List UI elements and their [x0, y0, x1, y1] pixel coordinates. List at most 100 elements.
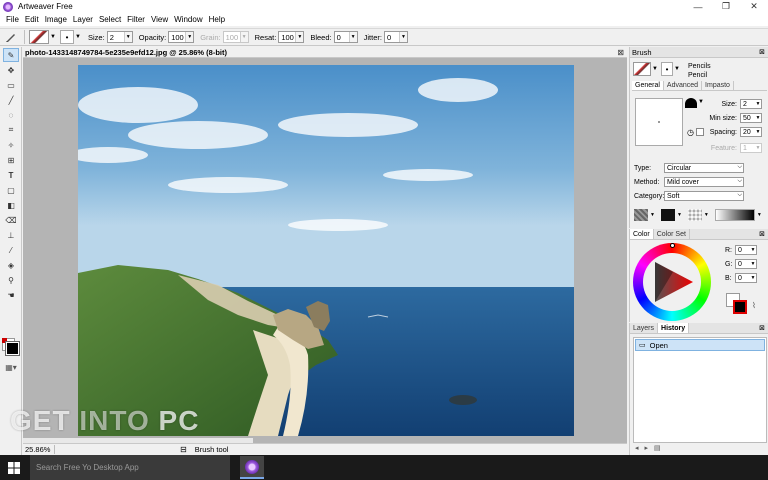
brush-shape-dropdown-icon[interactable]: ▼ [698, 99, 704, 105]
texture-dropdown-icon[interactable]: ▼ [650, 212, 655, 218]
gradient-thumb[interactable] [714, 209, 755, 221]
category-select[interactable]: Soft ⌵ [664, 191, 744, 201]
move-tool-icon[interactable]: ✥ [3, 63, 19, 77]
min-size-dropdown-icon[interactable]: ▼ [755, 114, 761, 122]
r-input[interactable]: 0 ▼ [735, 245, 757, 255]
texture-thumb[interactable] [634, 209, 648, 221]
color-panel-close-icon[interactable]: ⊠ [759, 230, 765, 238]
delete-history-icon[interactable]: ▤ [654, 444, 661, 452]
category-dropdown-icon[interactable]: ⌵ [737, 192, 742, 199]
opacity-dropdown-icon[interactable]: ▼ [185, 32, 194, 42]
opacity-input[interactable]: 100 ▼ [168, 31, 195, 43]
lasso-tool-icon[interactable]: ◌ [3, 108, 19, 122]
crop-tool-icon[interactable]: ⌗ [3, 123, 19, 137]
brush-panel-close-icon[interactable]: ⊠ [759, 48, 765, 56]
size-input[interactable]: 2 ▼ [106, 31, 133, 43]
bleed-input[interactable]: 0 ▼ [333, 31, 358, 43]
menu-window[interactable]: Window [171, 15, 205, 24]
brush-size-dropdown-icon[interactable]: ▼ [755, 100, 761, 108]
type-dropdown-icon[interactable]: ⌵ [737, 164, 742, 171]
bleed-dropdown-icon[interactable]: ▼ [348, 32, 357, 42]
method-dropdown-icon[interactable]: ⌵ [737, 178, 742, 185]
brush-shape-button[interactable]: • [60, 30, 74, 44]
stamp-tool-icon[interactable]: ⊥ [3, 228, 19, 242]
magic-wand-icon[interactable]: ✧ [3, 138, 19, 152]
zoom-level[interactable]: 25.86% [25, 445, 55, 454]
type-select[interactable]: Circular ⌵ [664, 163, 744, 173]
brush-tool-icon[interactable]: ╱ [3, 93, 19, 107]
tab-color[interactable]: Color [630, 229, 654, 239]
panel-foreground-swatch[interactable] [733, 300, 747, 314]
document-close-icon[interactable]: ⊠ [617, 48, 624, 57]
color-variability-dropdown-icon[interactable]: ▼ [677, 212, 682, 218]
foreground-color-swatch[interactable] [5, 341, 20, 356]
current-tool-pencil-icon[interactable] [0, 29, 22, 45]
redo-icon[interactable]: ▸ [645, 444, 649, 452]
size-dropdown-icon[interactable]: ▼ [123, 32, 132, 42]
tab-history[interactable]: History [658, 323, 690, 333]
tab-layers[interactable]: Layers [630, 323, 659, 333]
hue-indicator[interactable] [670, 243, 675, 248]
tab-impasto[interactable]: Impasto [702, 81, 734, 90]
resat-input[interactable]: 100 ▼ [278, 31, 305, 43]
rect-select-icon[interactable]: ▭ [3, 78, 19, 92]
brush-dab-button[interactable]: • [661, 62, 673, 76]
spacing-checkbox[interactable] [696, 128, 704, 136]
color-variability-thumb[interactable] [660, 209, 675, 221]
preset-dropdown-icon[interactable]: ▼ [49, 30, 57, 44]
gradient-dropdown-icon[interactable]: ▼ [757, 212, 762, 218]
menu-edit[interactable]: Edit [22, 15, 42, 24]
min-size-input[interactable]: 50 ▼ [740, 113, 762, 123]
menu-view[interactable]: View [148, 15, 171, 24]
g-input[interactable]: 0 ▼ [735, 259, 757, 269]
status-nav-icon[interactable]: ⊟ [180, 445, 187, 454]
tab-color-set[interactable]: Color Set [654, 229, 690, 239]
brush-preset-thumb[interactable] [633, 62, 651, 76]
tab-advanced[interactable]: Advanced [664, 81, 703, 90]
menu-file[interactable]: File [3, 15, 22, 24]
spacing-auto-icon[interactable]: ◷ [687, 128, 694, 137]
undo-icon[interactable]: ◂ [635, 444, 639, 452]
spacing-dropdown-icon[interactable]: ▼ [755, 128, 761, 136]
jitter-dropdown-icon[interactable]: ▼ [398, 32, 407, 42]
resat-dropdown-icon[interactable]: ▼ [295, 32, 304, 42]
grain-thumb[interactable] [687, 209, 702, 221]
brush-dab-dropdown-icon[interactable]: ▼ [673, 62, 681, 76]
document-tab[interactable]: photo-1433148749784-5e235e9efd12.jpg @ 2… [23, 47, 627, 58]
color-wheel[interactable] [633, 243, 711, 321]
hand-tool-icon[interactable]: ☚ [3, 288, 19, 302]
taskbar-search[interactable]: Search Free Yo Desktop App [30, 455, 230, 480]
eyedropper-icon[interactable]: ⁄ [3, 243, 19, 257]
eraser-tool-icon[interactable]: ⌫ [3, 213, 19, 227]
eyedropper-small-icon[interactable]: ⌇ [752, 301, 756, 310]
zoom-tool-icon[interactable]: ⚲ [3, 273, 19, 287]
maximize-button[interactable]: ❐ [712, 0, 740, 13]
menu-filter[interactable]: Filter [124, 15, 148, 24]
document-image[interactable] [78, 65, 574, 436]
history-panel-close-icon[interactable]: ⊠ [759, 324, 765, 332]
b-dropdown-icon[interactable]: ▼ [750, 274, 756, 282]
brush-size-input[interactable]: 2 ▼ [740, 99, 762, 109]
menu-select[interactable]: Select [96, 15, 124, 24]
menu-image[interactable]: Image [42, 15, 70, 24]
clone-stamp-icon[interactable]: ⊞ [3, 153, 19, 167]
brush-preset-picker[interactable] [29, 30, 49, 44]
menu-layer[interactable]: Layer [70, 15, 96, 24]
canvas-area[interactable] [23, 58, 627, 443]
quick-mask-icon[interactable]: ▦▾ [2, 361, 20, 373]
grain-dropdown-icon[interactable]: ▼ [704, 212, 709, 218]
tab-general[interactable]: General [632, 81, 664, 90]
g-dropdown-icon[interactable]: ▼ [750, 260, 756, 268]
spacing-input[interactable]: 20 ▼ [740, 127, 762, 137]
b-input[interactable]: 0 ▼ [735, 273, 757, 283]
brush-shape-icon[interactable] [685, 98, 697, 108]
shape-tool-icon[interactable]: ▢ [3, 183, 19, 197]
taskbar-artweaver-app[interactable] [240, 456, 264, 479]
text-tool-icon[interactable]: T [3, 168, 19, 182]
brush-preset-dropdown-icon[interactable]: ▼ [651, 62, 659, 76]
history-item[interactable]: ▭ Open [635, 339, 765, 351]
r-dropdown-icon[interactable]: ▼ [750, 246, 756, 254]
jitter-input[interactable]: 0 ▼ [383, 31, 408, 43]
minimize-button[interactable]: — [684, 0, 712, 13]
windows-start-icon[interactable] [8, 462, 20, 474]
